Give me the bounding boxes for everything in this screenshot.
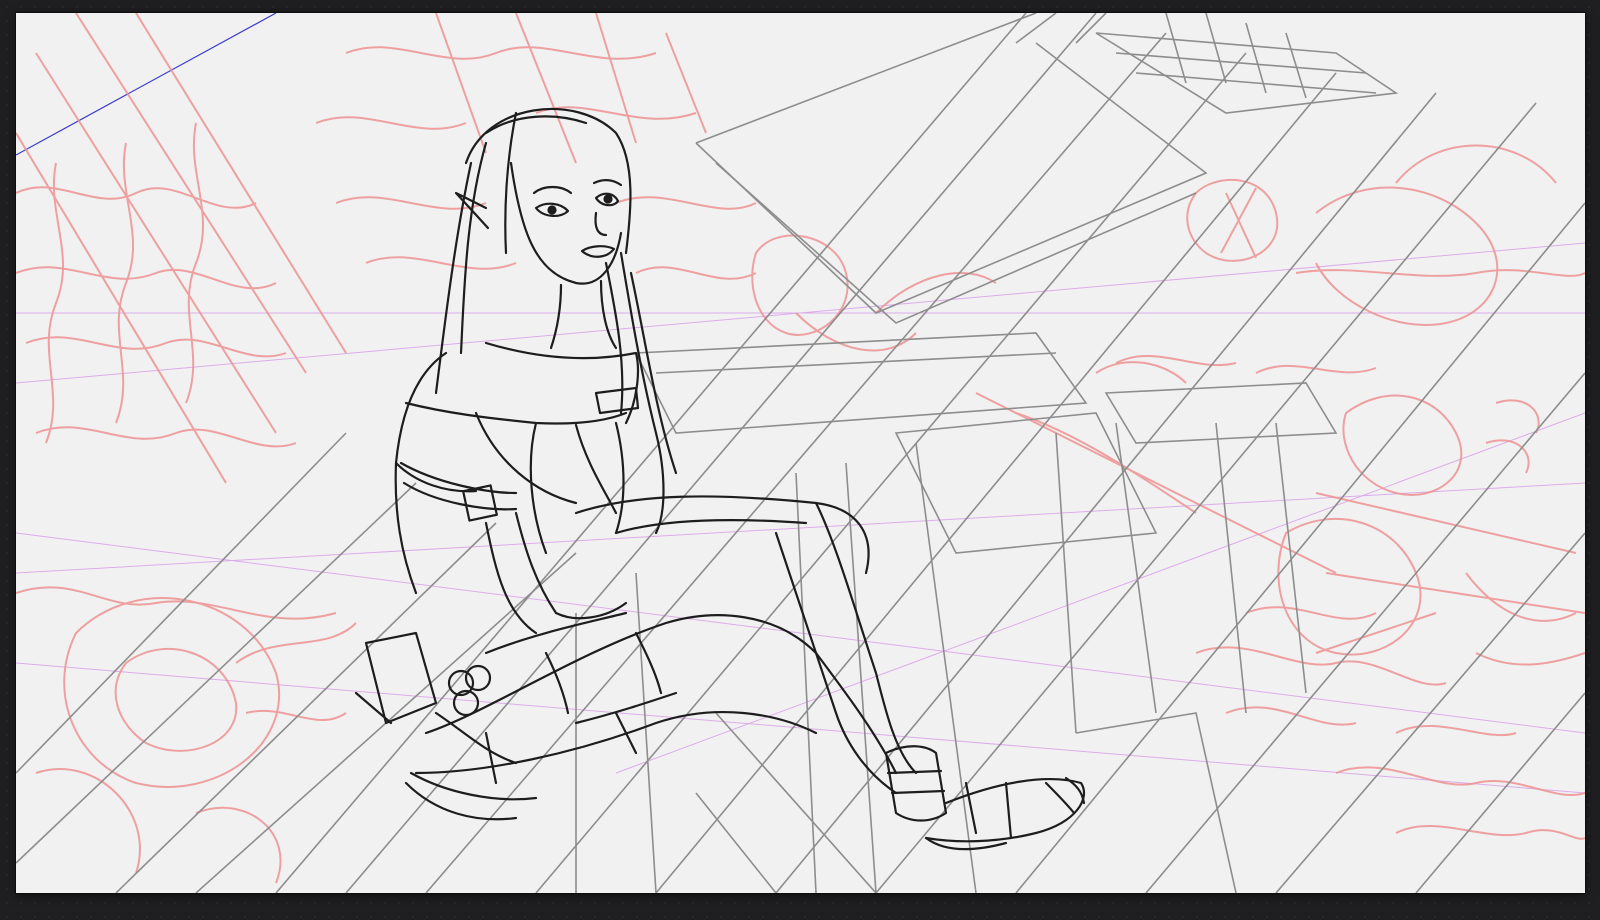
architecture-lines-layer [16,13,1585,893]
drawing-canvas[interactable] [16,13,1585,893]
canvas-artwork [16,13,1585,893]
workspace-background [0,0,1600,920]
figure-lineart-layer [354,107,1086,851]
background-sketch-layer [16,13,1585,884]
